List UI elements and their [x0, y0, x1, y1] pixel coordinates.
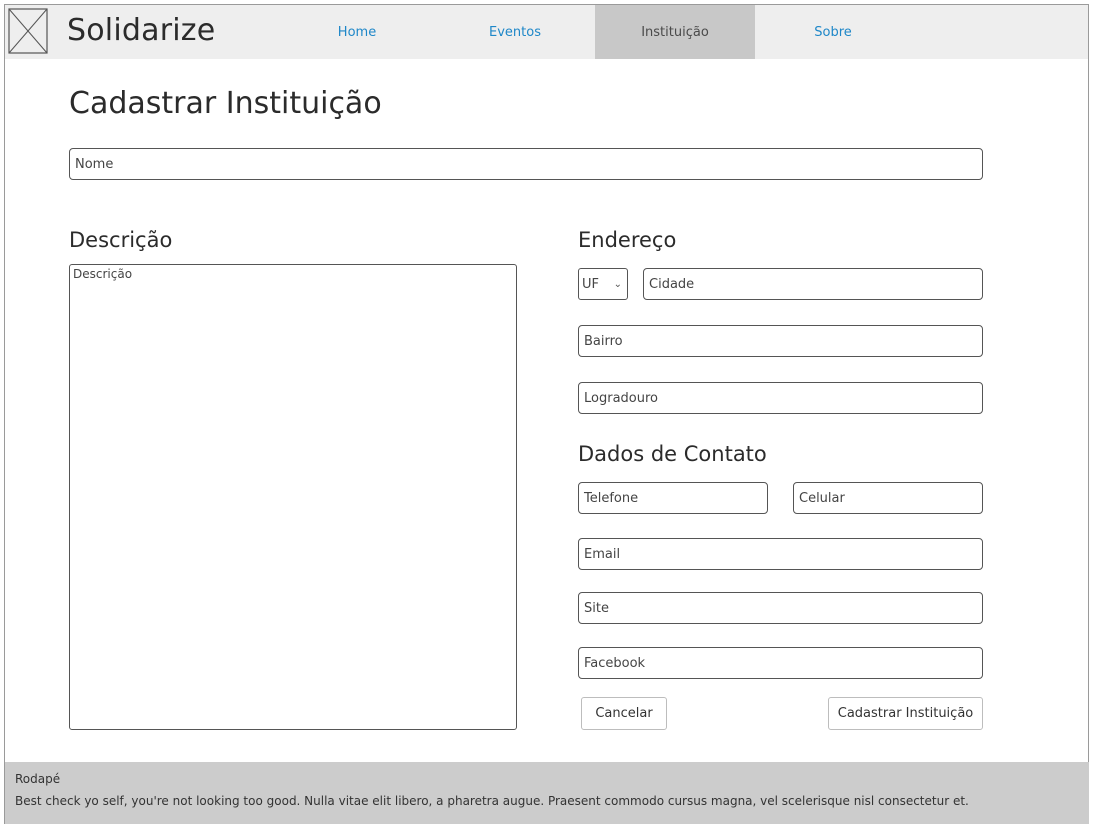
logo-placeholder-icon[interactable]	[8, 8, 48, 54]
celular-placeholder: Celular	[799, 490, 845, 506]
brand-name[interactable]: Solidarize	[67, 13, 215, 48]
chevron-down-icon: ⌄	[613, 278, 622, 290]
footer: Rodapé Best check yo self, you're not lo…	[5, 762, 1089, 824]
nav-eventos[interactable]: Eventos	[435, 5, 595, 59]
nav-sobre[interactable]: Sobre	[753, 5, 913, 59]
nav-home[interactable]: Home	[277, 5, 437, 59]
celular-input[interactable]: Celular	[793, 482, 983, 514]
nome-input[interactable]: Nome	[69, 148, 983, 180]
descricao-textarea[interactable]: Descrição	[69, 264, 517, 730]
site-placeholder: Site	[584, 600, 609, 616]
bairro-input[interactable]: Bairro	[578, 325, 983, 357]
descricao-placeholder: Descrição	[73, 267, 133, 281]
logradouro-input[interactable]: Logradouro	[578, 382, 983, 414]
uf-select[interactable]: UF ⌄	[578, 268, 628, 300]
footer-text: Best check yo self, you're not looking t…	[15, 794, 969, 808]
page-title: Cadastrar Instituição	[69, 86, 382, 121]
bairro-placeholder: Bairro	[584, 333, 623, 349]
endereco-heading: Endereço	[578, 228, 677, 252]
telefone-input[interactable]: Telefone	[578, 482, 768, 514]
site-input[interactable]: Site	[578, 592, 983, 624]
logradouro-placeholder: Logradouro	[584, 390, 658, 406]
descricao-heading: Descrição	[69, 228, 173, 252]
facebook-input[interactable]: Facebook	[578, 647, 983, 679]
nome-placeholder: Nome	[75, 156, 114, 172]
cidade-input[interactable]: Cidade	[643, 268, 983, 300]
cancel-button[interactable]: Cancelar	[581, 697, 667, 730]
nav-instituicao[interactable]: Instituição	[595, 5, 755, 59]
facebook-placeholder: Facebook	[584, 655, 646, 671]
contato-heading: Dados de Contato	[578, 442, 767, 466]
submit-button[interactable]: Cadastrar Instituição	[828, 697, 983, 730]
uf-value: UF	[582, 276, 599, 292]
footer-title: Rodapé	[15, 772, 61, 786]
top-navbar: Solidarize Home Eventos Instituição Sobr…	[5, 5, 1088, 59]
telefone-placeholder: Telefone	[584, 490, 639, 506]
email-input[interactable]: Email	[578, 538, 983, 570]
cidade-placeholder: Cidade	[649, 276, 695, 292]
email-placeholder: Email	[584, 546, 621, 562]
